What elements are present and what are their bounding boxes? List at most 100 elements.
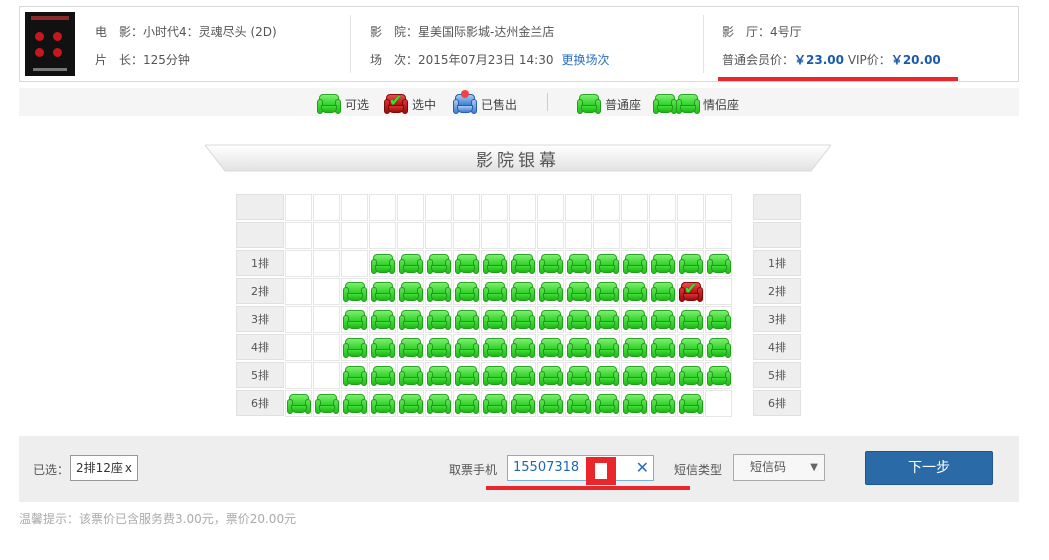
available-seat[interactable] xyxy=(539,310,563,330)
available-seat[interactable] xyxy=(371,254,395,274)
available-seat[interactable] xyxy=(483,366,507,386)
available-seat[interactable] xyxy=(679,310,703,330)
available-seat[interactable] xyxy=(455,394,479,414)
available-seat[interactable] xyxy=(651,254,675,274)
available-seat[interactable] xyxy=(483,282,507,302)
available-seat[interactable] xyxy=(539,394,563,414)
chosen-seat-tag[interactable]: 2排12座 x xyxy=(70,455,138,481)
available-seat[interactable] xyxy=(595,366,619,386)
available-seat[interactable] xyxy=(679,394,703,414)
available-seat[interactable] xyxy=(371,338,395,358)
available-seat[interactable] xyxy=(399,310,423,330)
selected-seat[interactable]: ✔ xyxy=(679,281,703,302)
available-seat[interactable] xyxy=(343,394,367,414)
available-seat[interactable] xyxy=(511,282,535,302)
available-seat[interactable] xyxy=(399,282,423,302)
available-seat[interactable] xyxy=(539,282,563,302)
remove-seat-icon[interactable]: x xyxy=(125,456,132,480)
available-seat[interactable] xyxy=(287,394,311,414)
available-seat[interactable] xyxy=(651,282,675,302)
cinema-info: 影 院：星美国际影城-达州金兰店 场 次：2015年07月23日 14:30 更换… xyxy=(370,7,700,81)
available-seat[interactable] xyxy=(427,394,451,414)
legend-available-label: 可选 xyxy=(345,97,370,112)
available-seat[interactable] xyxy=(595,338,619,358)
available-seat[interactable] xyxy=(623,282,647,302)
seat-cell xyxy=(313,250,340,277)
available-seat[interactable] xyxy=(511,394,535,414)
available-seat[interactable] xyxy=(343,310,367,330)
available-seat[interactable] xyxy=(455,254,479,274)
available-seat[interactable] xyxy=(567,394,591,414)
available-seat[interactable] xyxy=(651,338,675,358)
available-seat[interactable] xyxy=(707,254,731,274)
available-seat[interactable] xyxy=(455,338,479,358)
available-seat[interactable] xyxy=(371,394,395,414)
available-seat[interactable] xyxy=(427,310,451,330)
available-seat[interactable] xyxy=(539,338,563,358)
seat-cell xyxy=(509,222,536,249)
available-seat[interactable] xyxy=(679,366,703,386)
available-seat[interactable] xyxy=(623,394,647,414)
available-seat[interactable] xyxy=(567,366,591,386)
available-seat[interactable] xyxy=(567,282,591,302)
next-step-button[interactable]: 下一步 xyxy=(865,451,993,485)
phone-label: 取票手机 xyxy=(449,463,498,477)
available-seat[interactable] xyxy=(511,366,535,386)
phone-input[interactable]: 15507318 ✕ xyxy=(507,455,654,481)
available-seat[interactable] xyxy=(371,366,395,386)
available-seat[interactable] xyxy=(343,338,367,358)
available-seat[interactable] xyxy=(623,254,647,274)
row-label: 6排 xyxy=(236,390,284,416)
available-seat[interactable] xyxy=(623,366,647,386)
available-seat[interactable] xyxy=(483,338,507,358)
available-seat[interactable] xyxy=(539,254,563,274)
available-seat[interactable] xyxy=(455,282,479,302)
available-seat[interactable] xyxy=(651,394,675,414)
available-seat[interactable] xyxy=(343,366,367,386)
member-price: ￥23.00 xyxy=(794,53,844,67)
available-seat[interactable] xyxy=(595,394,619,414)
available-seat[interactable] xyxy=(511,338,535,358)
seat-grid: ✔ xyxy=(285,194,733,418)
available-seat[interactable] xyxy=(511,254,535,274)
available-seat[interactable] xyxy=(595,282,619,302)
available-seat[interactable] xyxy=(455,310,479,330)
available-seat[interactable] xyxy=(371,310,395,330)
available-seat[interactable] xyxy=(399,338,423,358)
available-seat[interactable] xyxy=(427,254,451,274)
available-seat[interactable] xyxy=(623,310,647,330)
available-seat[interactable] xyxy=(651,310,675,330)
available-seat[interactable] xyxy=(427,282,451,302)
available-seat[interactable] xyxy=(427,338,451,358)
available-seat[interactable] xyxy=(315,394,339,414)
available-seat[interactable] xyxy=(371,282,395,302)
available-seat[interactable] xyxy=(399,254,423,274)
available-seat[interactable] xyxy=(343,282,367,302)
available-seat[interactable] xyxy=(595,310,619,330)
available-seat[interactable] xyxy=(483,394,507,414)
available-seat[interactable] xyxy=(679,254,703,274)
available-seat[interactable] xyxy=(427,366,451,386)
available-seat[interactable] xyxy=(707,338,731,358)
available-seat[interactable] xyxy=(399,366,423,386)
seat-cell xyxy=(481,194,508,221)
available-seat[interactable] xyxy=(651,366,675,386)
available-seat[interactable] xyxy=(707,310,731,330)
change-session-link[interactable]: 更换场次 xyxy=(561,53,609,67)
available-seat[interactable] xyxy=(623,338,647,358)
sms-type-select[interactable]: 短信码 ▼ xyxy=(733,454,825,481)
available-seat[interactable] xyxy=(483,254,507,274)
available-seat[interactable] xyxy=(707,366,731,386)
available-seat[interactable] xyxy=(595,254,619,274)
available-seat[interactable] xyxy=(539,366,563,386)
available-seat[interactable] xyxy=(567,338,591,358)
available-seat[interactable] xyxy=(483,310,507,330)
seat-cell xyxy=(313,278,340,305)
available-seat[interactable] xyxy=(511,310,535,330)
clear-input-icon[interactable]: ✕ xyxy=(636,456,649,480)
available-seat[interactable] xyxy=(399,394,423,414)
available-seat[interactable] xyxy=(567,310,591,330)
available-seat[interactable] xyxy=(679,338,703,358)
available-seat[interactable] xyxy=(455,366,479,386)
available-seat[interactable] xyxy=(567,254,591,274)
